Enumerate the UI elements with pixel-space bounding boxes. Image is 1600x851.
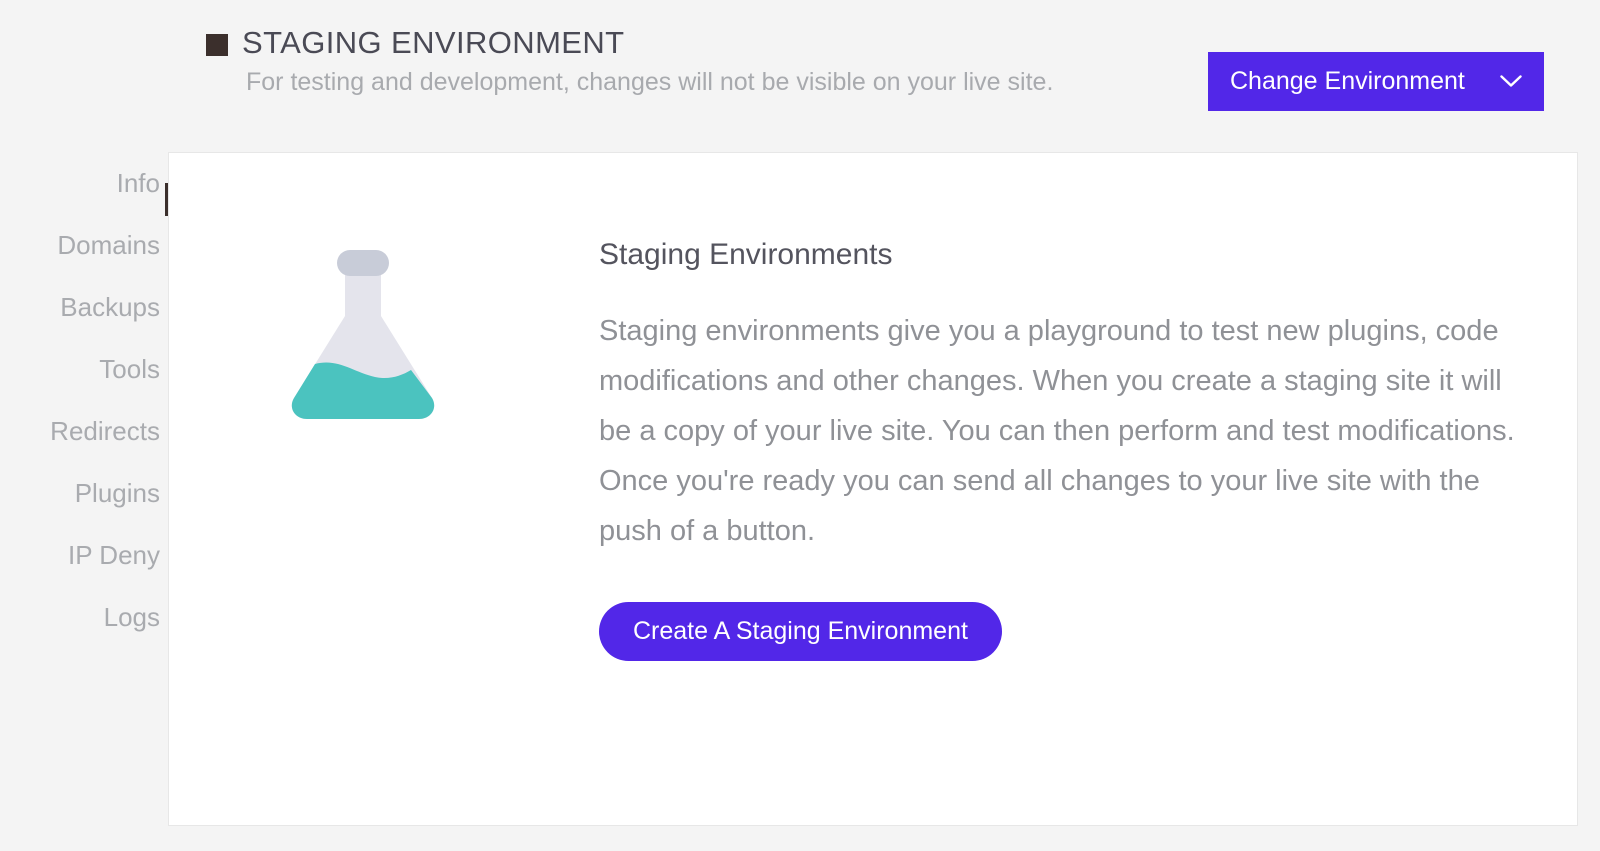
chevron-down-icon bbox=[1500, 75, 1522, 88]
page-title: STAGING ENVIRONMENT bbox=[242, 25, 625, 60]
sidebar-nav: Info Domains Backups Tools Redirects Plu… bbox=[0, 170, 160, 630]
create-staging-environment-button[interactable]: Create A Staging Environment bbox=[599, 602, 1002, 662]
sidebar-item-ip-deny[interactable]: IP Deny bbox=[0, 542, 160, 568]
flask-icon bbox=[283, 246, 443, 426]
sidebar-item-info[interactable]: Info bbox=[0, 170, 160, 196]
environment-title-block: STAGING ENVIRONMENT For testing and deve… bbox=[206, 25, 1206, 98]
environment-title-row: STAGING ENVIRONMENT bbox=[206, 25, 1206, 60]
panel-description: Staging environments give you a playgrou… bbox=[599, 315, 1515, 547]
panel-heading: Staging Environments bbox=[599, 238, 893, 271]
sidebar-item-redirects[interactable]: Redirects bbox=[0, 418, 160, 444]
sidebar-item-plugins[interactable]: Plugins bbox=[0, 480, 160, 506]
staging-environments-card: Staging Environments Staging environment… bbox=[168, 152, 1578, 826]
sidebar-item-tools[interactable]: Tools bbox=[0, 356, 160, 382]
sidebar-item-domains[interactable]: Domains bbox=[0, 232, 160, 258]
sidebar-item-logs[interactable]: Logs bbox=[0, 604, 160, 630]
page-subtitle: For testing and development, changes wil… bbox=[246, 68, 1054, 97]
card-content: Staging Environments Staging environment… bbox=[283, 238, 1547, 662]
environment-color-swatch-icon bbox=[206, 33, 228, 56]
change-environment-label: Change Environment bbox=[1230, 67, 1465, 95]
environment-header: STAGING ENVIRONMENT For testing and deve… bbox=[0, 0, 1600, 132]
text-column: Staging Environments Staging environment… bbox=[599, 238, 1529, 662]
change-environment-button[interactable]: Change Environment bbox=[1208, 52, 1544, 111]
sidebar-item-backups[interactable]: Backups bbox=[0, 294, 160, 320]
